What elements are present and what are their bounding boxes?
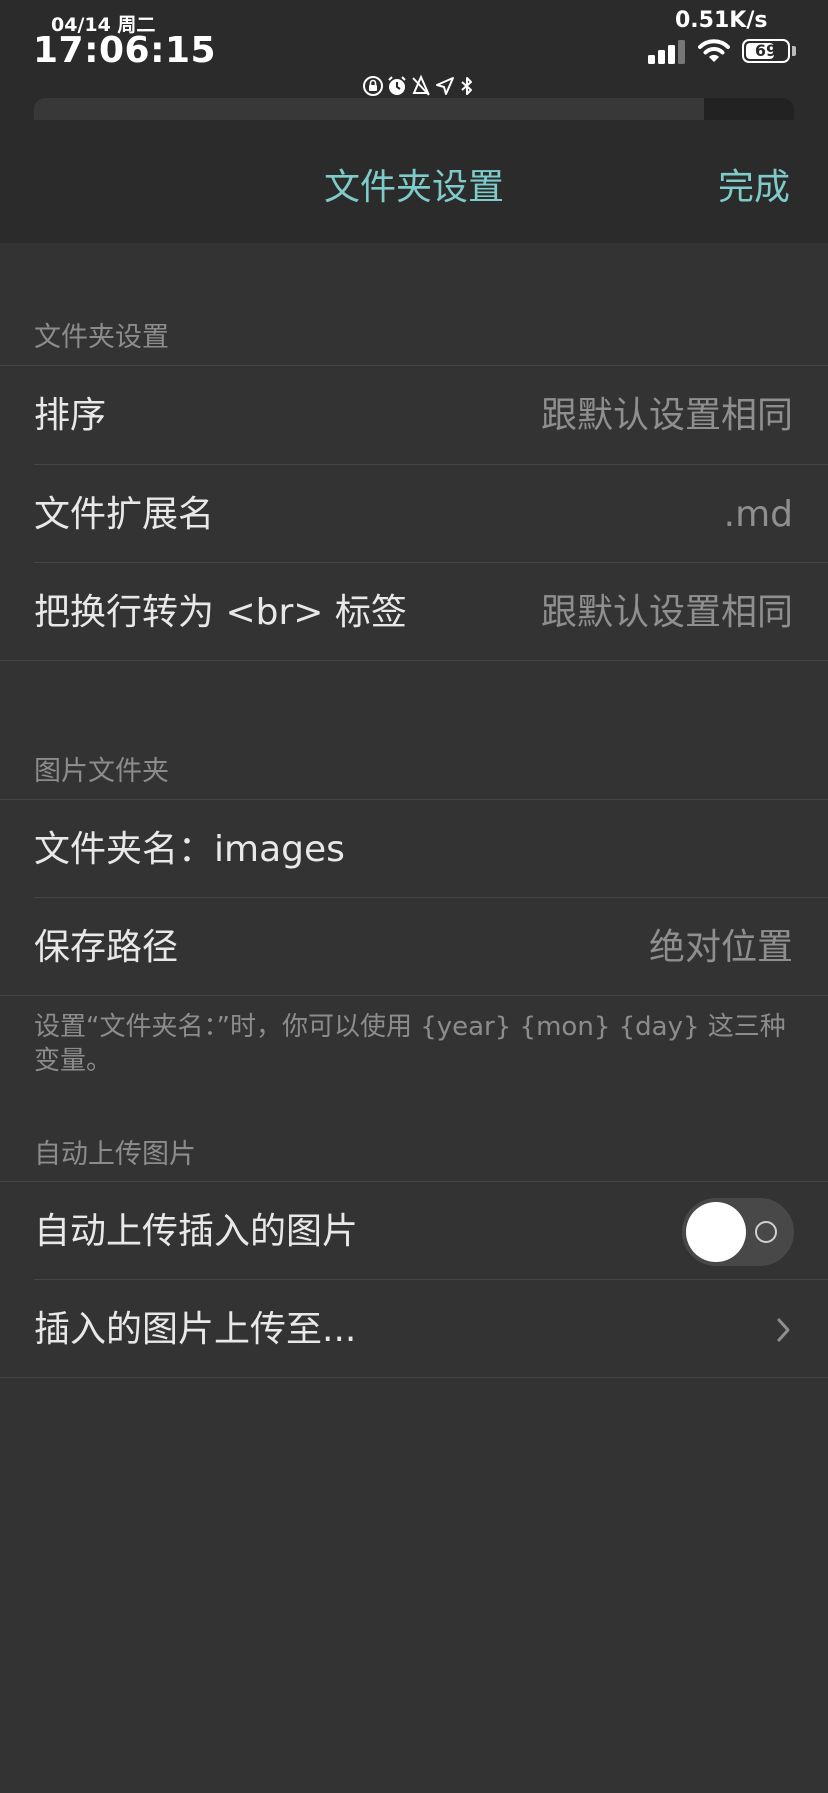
chevron-right-icon [777, 1318, 790, 1342]
line-break-value: 跟默认设置相同 [540, 592, 793, 633]
bluetooth-icon [456, 75, 478, 97]
save-path-value: 绝对位置 [648, 927, 793, 968]
section-header-folder: 文件夹设置 [34, 322, 169, 353]
done-button[interactable]: 完成 [718, 158, 790, 210]
toggle-off-indicator-icon [755, 1221, 777, 1243]
page-title: 文件夹设置 [323, 167, 504, 208]
toggle-knob [686, 1202, 746, 1262]
battery-icon: 69 [742, 39, 790, 63]
folder-name-row[interactable]: 文件夹名：images [0, 800, 828, 899]
status-time: 17:06:15 [33, 30, 217, 71]
orientation-lock-icon [362, 75, 384, 97]
sheet-drag-thumb [704, 98, 794, 120]
cellular-signal-icon [648, 38, 688, 64]
auto-upload-row: 自动上传插入的图片 [0, 1182, 828, 1281]
upload-target-label: 插入的图片上传至... [34, 1309, 357, 1350]
location-icon [434, 75, 456, 97]
folder-name-label: 文件夹名： [34, 829, 215, 870]
line-break-row[interactable]: 把换行转为 <br> 标签 跟默认设置相同 [0, 563, 828, 662]
divider [0, 660, 828, 661]
divider [0, 1377, 828, 1378]
alarm-icon [386, 75, 408, 97]
folder-name-field[interactable]: 文件夹名：images [34, 800, 345, 899]
sort-label: 排序 [34, 395, 107, 436]
status-net-speed: 0.51K/s [675, 8, 768, 33]
file-extension-label: 文件扩展名 [34, 494, 215, 535]
auto-upload-toggle[interactable] [682, 1198, 794, 1266]
wifi-icon [698, 39, 730, 62]
file-extension-row[interactable]: 文件扩展名 .md [0, 465, 828, 564]
sheet-drag-indicator [34, 98, 794, 120]
image-folder-footer-note: 设置“文件夹名：”时，你可以使用 {year} {mon} {day} 这三种变… [34, 1012, 786, 1076]
save-path-label: 保存路径 [34, 927, 179, 968]
file-extension-value: .md [723, 494, 793, 535]
sort-value: 跟默认设置相同 [540, 395, 793, 436]
status-icons [362, 74, 478, 99]
battery-cap [792, 46, 796, 56]
section-header-auto-upload: 自动上传图片 [34, 1139, 196, 1170]
save-path-row[interactable]: 保存路径 绝对位置 [0, 898, 828, 997]
status-right-cluster: 69 [648, 38, 798, 66]
divider [0, 995, 828, 996]
battery-level: 69 [754, 41, 778, 60]
sort-row[interactable]: 排序 跟默认设置相同 [0, 366, 828, 465]
top-bar: 04/14 周二 17:06:15 0.51K/s 69 文件夹设置 完成 [0, 0, 828, 243]
auto-upload-label: 自动上传插入的图片 [34, 1211, 359, 1252]
no-sound-icon [410, 74, 432, 97]
folder-name-value[interactable]: images [214, 829, 345, 870]
section-header-image-folder: 图片文件夹 [34, 756, 169, 787]
line-break-label: 把换行转为 <br> 标签 [34, 592, 407, 633]
upload-target-row[interactable]: 插入的图片上传至... [0, 1280, 828, 1379]
